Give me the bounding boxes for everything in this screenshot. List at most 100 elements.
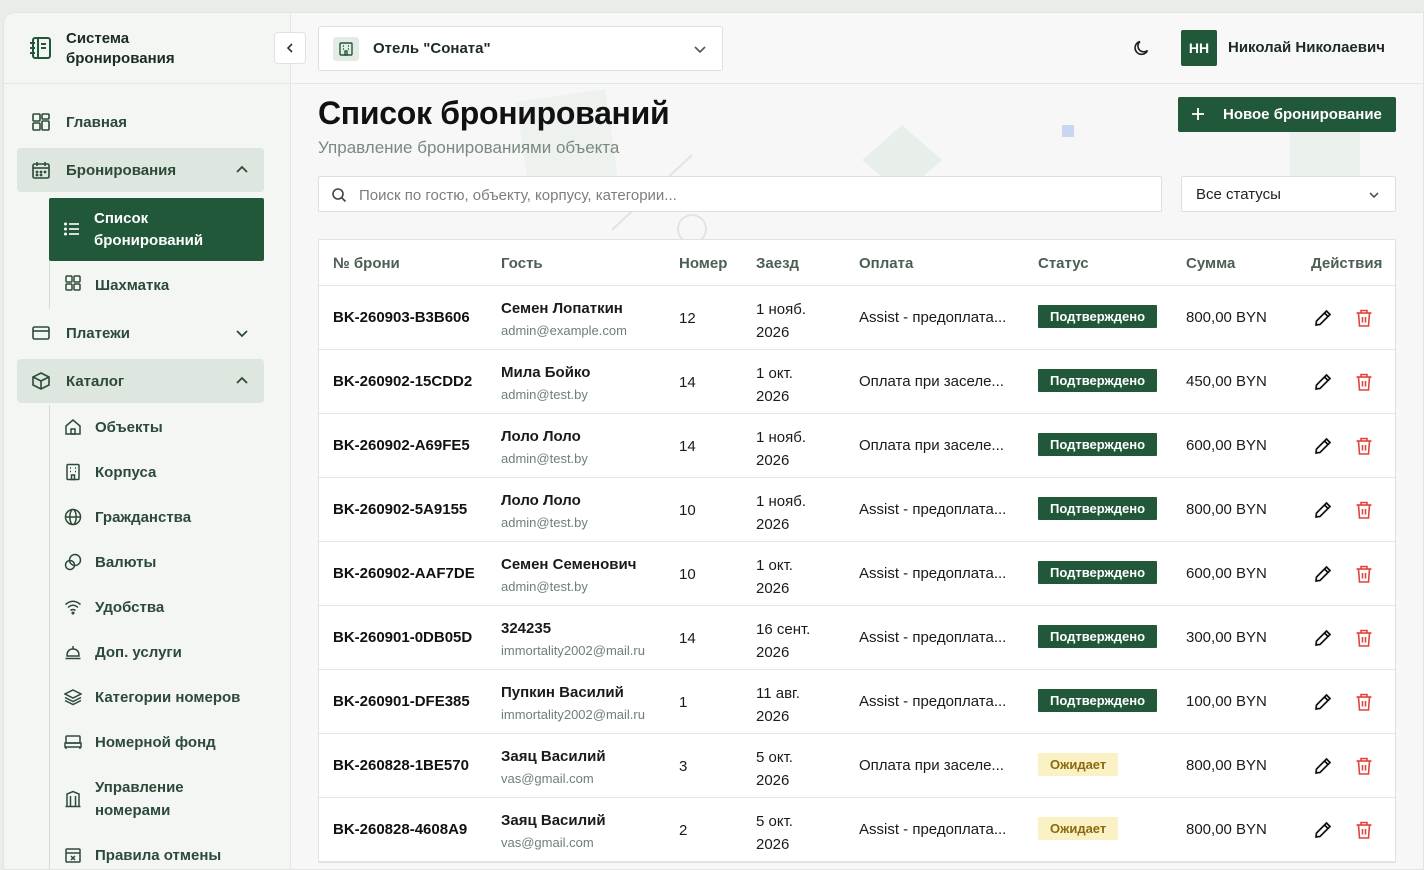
table-body: BK-260903-B3B606 Семен Лопаткин admin@ex… [319,286,1395,862]
table-row[interactable]: BK-260902-A69FE5 Лоло Лоло admin@test.by… [319,414,1395,478]
status-cell: Ожидает [1038,817,1119,840]
user-name[interactable]: Николай Николаевич [1228,39,1385,56]
checkin-date-year: 2026 [756,708,790,725]
checkin-date: 1 нояб. 2026 [756,490,836,536]
checkin-date-day: 1 нояб. [756,301,807,318]
room-number: 10 [679,566,696,583]
search-icon [332,188,347,203]
table-row[interactable]: BK-260902-5A9155 Лоло Лоло admin@test.by… [319,478,1395,542]
column-header-guest[interactable]: Гость [501,255,543,272]
sidebar-item-catalog[interactable]: Каталог [17,359,264,403]
pencil-icon[interactable] [1313,436,1333,456]
trash-icon[interactable] [1355,500,1373,520]
column-header-id[interactable]: № брони [333,255,400,272]
pencil-icon[interactable] [1313,308,1333,328]
pencil-icon[interactable] [1313,692,1333,712]
checkin-date-day: 1 окт. [756,557,793,574]
table-row[interactable]: BK-260902-AAF7DE Семен Семенович admin@t… [319,542,1395,606]
chevron-down-icon [1369,192,1379,199]
trash-icon[interactable] [1355,692,1373,712]
booking-id: BK-260828-1BE570 [333,757,469,774]
sidebar-item-buildings[interactable]: Корпуса [50,450,264,495]
table-row[interactable]: BK-260902-15CDD2 Мила Бойко admin@test.b… [319,350,1395,414]
status-badge: Подтверждено [1038,689,1158,712]
guest-email: vas@gmail.com [501,771,594,786]
globe-icon [64,508,82,526]
sidebar-item-bookings-list[interactable]: Список бронирований [49,198,264,261]
checkin-date-day: 1 нояб. [756,493,807,510]
pencil-icon[interactable] [1313,820,1333,840]
checkin-date: 5 окт. 2026 [756,746,836,792]
booking-id: BK-260901-DFE385 [333,693,470,710]
pencil-icon[interactable] [1313,756,1333,776]
pencil-icon[interactable] [1313,372,1333,392]
sidebar-item-chessboard[interactable]: Шахматка [50,261,264,309]
payment-method: Assist - предоплата... [859,309,1007,326]
checkin-date-year: 2026 [756,516,790,533]
sidebar-item-bookings[interactable]: Бронирования [17,148,264,192]
room-number: 14 [679,630,696,647]
sidebar-item-room-stock[interactable]: Номерной фонд [50,720,264,765]
status-filter-value: Все статусы [1196,186,1281,203]
sidebar-item-payments[interactable]: Платежи [17,311,264,355]
trash-icon[interactable] [1355,308,1373,328]
column-header-status[interactable]: Статус [1038,255,1089,272]
status-badge: Ожидает [1038,753,1119,776]
topbar: Отель "Соната" НН Николай Николаевич [292,13,1423,84]
collapse-sidebar-button[interactable] [274,32,306,64]
sidebar-item-currencies[interactable]: Валюты [50,540,264,585]
table-row[interactable]: BK-260901-0DB05D 324235 immortality2002@… [319,606,1395,670]
guest-email: vas@gmail.com [501,835,594,850]
hotel-select[interactable]: Отель "Соната" [318,26,723,71]
sidebar-item-citizenships[interactable]: Гражданства [50,495,264,540]
table-row[interactable]: BK-260828-1BE570 Заяц Василий vas@gmail.… [319,734,1395,798]
payment-method: Оплата при заселе... [859,757,1004,774]
status-badge: Подтверждено [1038,369,1158,392]
table-row[interactable]: BK-260828-4608A9 Заяц Василий vas@gmail.… [319,798,1395,862]
sidebar-nav: Главная Бронирования Список бронирований… [17,100,264,869]
sidebar-item-home[interactable]: Главная [17,100,264,144]
checkin-date: 1 окт. 2026 [756,362,836,408]
column-header-payment[interactable]: Оплата [859,255,913,272]
table-row[interactable]: BK-260901-DFE385 Пупкин Василий immortal… [319,670,1395,734]
trash-icon[interactable] [1355,372,1373,392]
sidebar-item-objects[interactable]: Объекты [50,405,264,450]
avatar[interactable]: НН [1181,30,1217,66]
column-header-checkin[interactable]: Заезд [756,255,799,272]
moon-icon[interactable] [1133,39,1151,57]
pencil-icon[interactable] [1313,628,1333,648]
trash-icon[interactable] [1355,628,1373,648]
payment-method: Assist - предоплата... [859,565,1007,582]
status-filter-select[interactable]: Все статусы [1181,176,1396,212]
sidebar-item-amenities[interactable]: Удобства [50,585,264,630]
grid-icon [65,275,81,291]
sidebar: Система бронирования Главная Бронировани… [4,13,291,869]
search-input[interactable] [359,184,1139,206]
trash-icon[interactable] [1355,756,1373,776]
wifi-icon [65,600,81,615]
trash-icon[interactable] [1355,564,1373,584]
trash-icon[interactable] [1355,436,1373,456]
guest-name: Семен Семенович [501,556,637,573]
room-number: 12 [679,310,696,327]
sidebar-item-cancellation-rules[interactable]: Правила отмены [50,833,264,869]
sidebar-item-room-categories[interactable]: Категории номеров [50,675,264,720]
room-number: 10 [679,502,696,519]
chevron-left-icon [286,43,293,53]
pencil-icon[interactable] [1313,500,1333,520]
column-header-room[interactable]: Номер [679,255,727,272]
new-booking-button[interactable]: Новое бронирование [1178,97,1396,132]
trash-icon[interactable] [1355,820,1373,840]
guest-name: Заяц Василий [501,748,606,765]
sidebar-item-room-management[interactable]: Управление номерами [50,765,264,833]
checkin-date-year: 2026 [756,452,790,469]
checkin-date-year: 2026 [756,580,790,597]
page-title: Список бронирований [318,95,670,131]
guest-email: immortality2002@mail.ru [501,707,645,722]
sidebar-item-extra-services[interactable]: Доп. услуги [50,630,264,675]
column-header-sum[interactable]: Сумма [1186,255,1235,272]
pencil-icon[interactable] [1313,564,1333,584]
room-number: 3 [679,758,688,775]
chevron-down-icon [694,46,706,54]
table-row[interactable]: BK-260903-B3B606 Семен Лопаткин admin@ex… [319,286,1395,350]
